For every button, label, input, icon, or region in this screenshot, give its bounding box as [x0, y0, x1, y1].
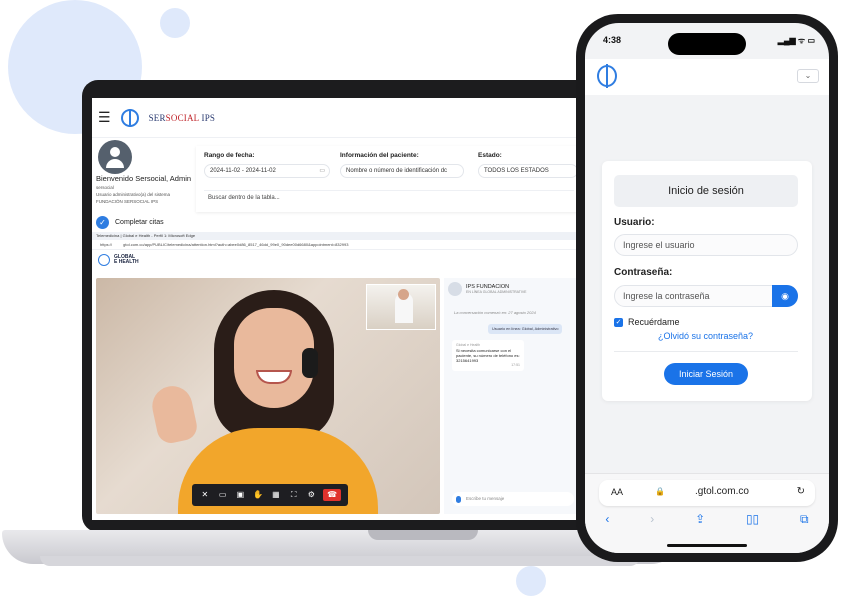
- show-password-eye-icon[interactable]: ◉: [772, 285, 798, 307]
- raise-hand-icon[interactable]: ✋: [252, 489, 264, 501]
- sidebar-item-label: Completar citas: [115, 219, 164, 226]
- date-range-value: 2024-11-02 - 2024-11-02: [210, 168, 276, 174]
- chat-message-self: Usuario en línea: Global, Administrativo: [488, 324, 563, 334]
- headset-icon: [302, 348, 318, 378]
- user-line-2: Usuario administrativo(a) del sistema: [96, 192, 171, 197]
- check-circle-icon: ✓: [96, 216, 109, 229]
- avatar: [98, 140, 132, 174]
- date-range-label: Rango de fecha:: [204, 152, 255, 159]
- doctor-pip-video[interactable]: [366, 284, 436, 330]
- app-logo-icon: [120, 108, 139, 127]
- call-controls: ✕ ▭ ▣ ✋ ▦ ⛶ ⚙ ☎: [192, 484, 348, 506]
- forgot-password-link[interactable]: ¿Olvidó su contraseña?: [658, 331, 753, 341]
- safari-toolbar: AA 🔒 .gtol.com.co ↻ ‹ › ⇪ ▯▯ ⧉: [585, 473, 829, 553]
- global-ehealth-logo: GLOBAL E HEALTH: [98, 254, 139, 266]
- table-search-input[interactable]: Buscar dentro de la tabla...: [204, 190, 574, 204]
- chat-message-time: 17:51: [511, 363, 520, 367]
- back-icon[interactable]: ‹: [605, 512, 609, 527]
- remember-me-label: Recuérdame: [628, 317, 680, 327]
- lock-icon: 🔒: [655, 487, 665, 496]
- safari-url[interactable]: .gtol.com.co: [695, 486, 749, 497]
- geh-logo-icon: [98, 254, 110, 266]
- edge-window-title: Telemedicina | Global e Health - Perfil …: [92, 232, 582, 240]
- status-select[interactable]: TODOS LOS ESTADOS: [478, 164, 578, 178]
- sidebar-item-completar-citas[interactable]: ✓ Completar citas: [96, 216, 164, 229]
- laptop-foot: [40, 556, 640, 566]
- username-input[interactable]: Ingrese el usuario: [614, 234, 798, 256]
- brand-prefix: SER: [148, 112, 166, 123]
- laptop-notch: [368, 530, 478, 540]
- bg-blob-bottom: [516, 566, 546, 596]
- app-logo-icon: [597, 64, 617, 88]
- url-text: gtol.com.co/app/PUBLIC/telemedicina/atte…: [123, 242, 349, 247]
- chat-input-placeholder: Escribe tu mensaje: [466, 496, 505, 501]
- dynamic-island: [668, 33, 746, 55]
- settings-gear-icon[interactable]: ⚙: [305, 489, 317, 501]
- patient-info-label: Información del paciente:: [340, 152, 419, 159]
- chat-panel: IPS FUNDACION EN LÍNEA GLOBAL ADMINISTRA…: [444, 278, 582, 514]
- video-call-main: ✕ ▭ ▣ ✋ ▦ ⛶ ⚙ ☎: [96, 278, 440, 514]
- brand-logo: SERSOCIAL IPS: [149, 113, 216, 123]
- phone-app-header: ⌄: [585, 59, 829, 95]
- safari-nav: ‹ › ⇪ ▯▯ ⧉: [585, 512, 829, 527]
- doctor-head: [398, 289, 409, 300]
- microphone-icon[interactable]: [456, 496, 461, 503]
- welcome-text: Bienvenido Sersocial, Admin: [96, 174, 192, 183]
- screen-share-icon[interactable]: ▣: [234, 489, 246, 501]
- chat-message-text: Si necesita comunicarse con el paciente,…: [456, 348, 520, 363]
- phone-screen: 4:38 ▂▄▆ ᯤ ▭ ⌄ Inicio de sesión Usuario:…: [585, 23, 829, 553]
- login-title: Inicio de sesión: [614, 175, 798, 207]
- forward-icon[interactable]: ›: [650, 512, 654, 527]
- remember-me-checkbox[interactable]: ✓ Recuérdame: [614, 317, 680, 327]
- chat-avatar: [448, 282, 462, 296]
- bg-blob-small: [160, 8, 190, 38]
- chat-message-input[interactable]: Escribe tu mensaje: [452, 492, 574, 506]
- password-input[interactable]: Ingrese la contraseña: [614, 285, 798, 307]
- patient-search-input[interactable]: Nombre o número de identificación dc: [340, 164, 464, 178]
- edge-address-bar[interactable]: https:// gtol.com.co/app/PUBLIC/telemedi…: [92, 240, 582, 250]
- url-prefix: https://: [100, 242, 113, 247]
- reload-icon[interactable]: ↻: [797, 486, 805, 497]
- mic-off-icon[interactable]: ✕: [199, 489, 211, 501]
- bookmarks-icon[interactable]: ▯▯: [746, 512, 759, 527]
- brand-accent: SOCIAL: [165, 112, 200, 123]
- share-icon[interactable]: ⇪: [695, 512, 705, 527]
- home-indicator: [667, 544, 747, 547]
- login-card: Inicio de sesión Usuario: Ingrese el usu…: [602, 161, 812, 401]
- hamburger-menu-icon[interactable]: ☰: [98, 109, 111, 126]
- password-label: Contraseña:: [614, 267, 673, 278]
- chat-header: IPS FUNDACION EN LÍNEA GLOBAL ADMINISTRA…: [448, 282, 527, 296]
- grid-view-icon[interactable]: ▦: [270, 489, 282, 501]
- safari-address-bar[interactable]: AA 🔒 .gtol.com.co ↻: [599, 480, 815, 506]
- fullscreen-icon[interactable]: ⛶: [288, 489, 300, 501]
- laptop-screen: ☰ SERSOCIAL IPS Bienvenido Sersocial, Ad…: [92, 98, 582, 520]
- user-line-1: sersocial: [96, 185, 114, 190]
- app-header: ☰ SERSOCIAL IPS: [92, 98, 582, 138]
- geh-line-2: E HEALTH: [114, 259, 139, 265]
- user-line-3: FUNDACIÓN SERSOCIAL IPS: [96, 199, 159, 204]
- login-button[interactable]: Iniciar Sesión: [664, 363, 748, 385]
- status-icons: ▂▄▆ ᯤ ▭: [777, 36, 815, 45]
- status-time: 4:38: [603, 35, 622, 45]
- tabs-icon[interactable]: ⧉: [800, 512, 809, 527]
- date-range-input[interactable]: 2024-11-02 - 2024-11-02 ▭: [204, 164, 330, 178]
- end-call-icon[interactable]: ☎: [323, 489, 342, 501]
- brand-suffix: IPS: [199, 112, 216, 123]
- calendar-icon[interactable]: ▭: [319, 165, 325, 177]
- chat-message: Global e Health Si necesita comunicarse …: [452, 340, 524, 371]
- text-size-button[interactable]: AA: [611, 487, 623, 497]
- filter-card: Rango de fecha: 2024-11-02 - 2024-11-02 …: [196, 146, 582, 212]
- username-label: Usuario:: [614, 217, 655, 228]
- chat-contact-status: EN LÍNEA GLOBAL ADMINISTRATIVE: [466, 290, 527, 294]
- checkbox-checked-icon[interactable]: ✓: [614, 317, 623, 327]
- divider: [614, 351, 798, 352]
- status-label: Estado:: [478, 152, 502, 159]
- chat-start-note: La conversación comenzó en: 27 agosto 20…: [454, 310, 536, 315]
- patient-waving-hand: [148, 382, 200, 446]
- download-icon[interactable]: ⌄: [797, 69, 819, 83]
- camera-off-icon[interactable]: ▭: [217, 489, 229, 501]
